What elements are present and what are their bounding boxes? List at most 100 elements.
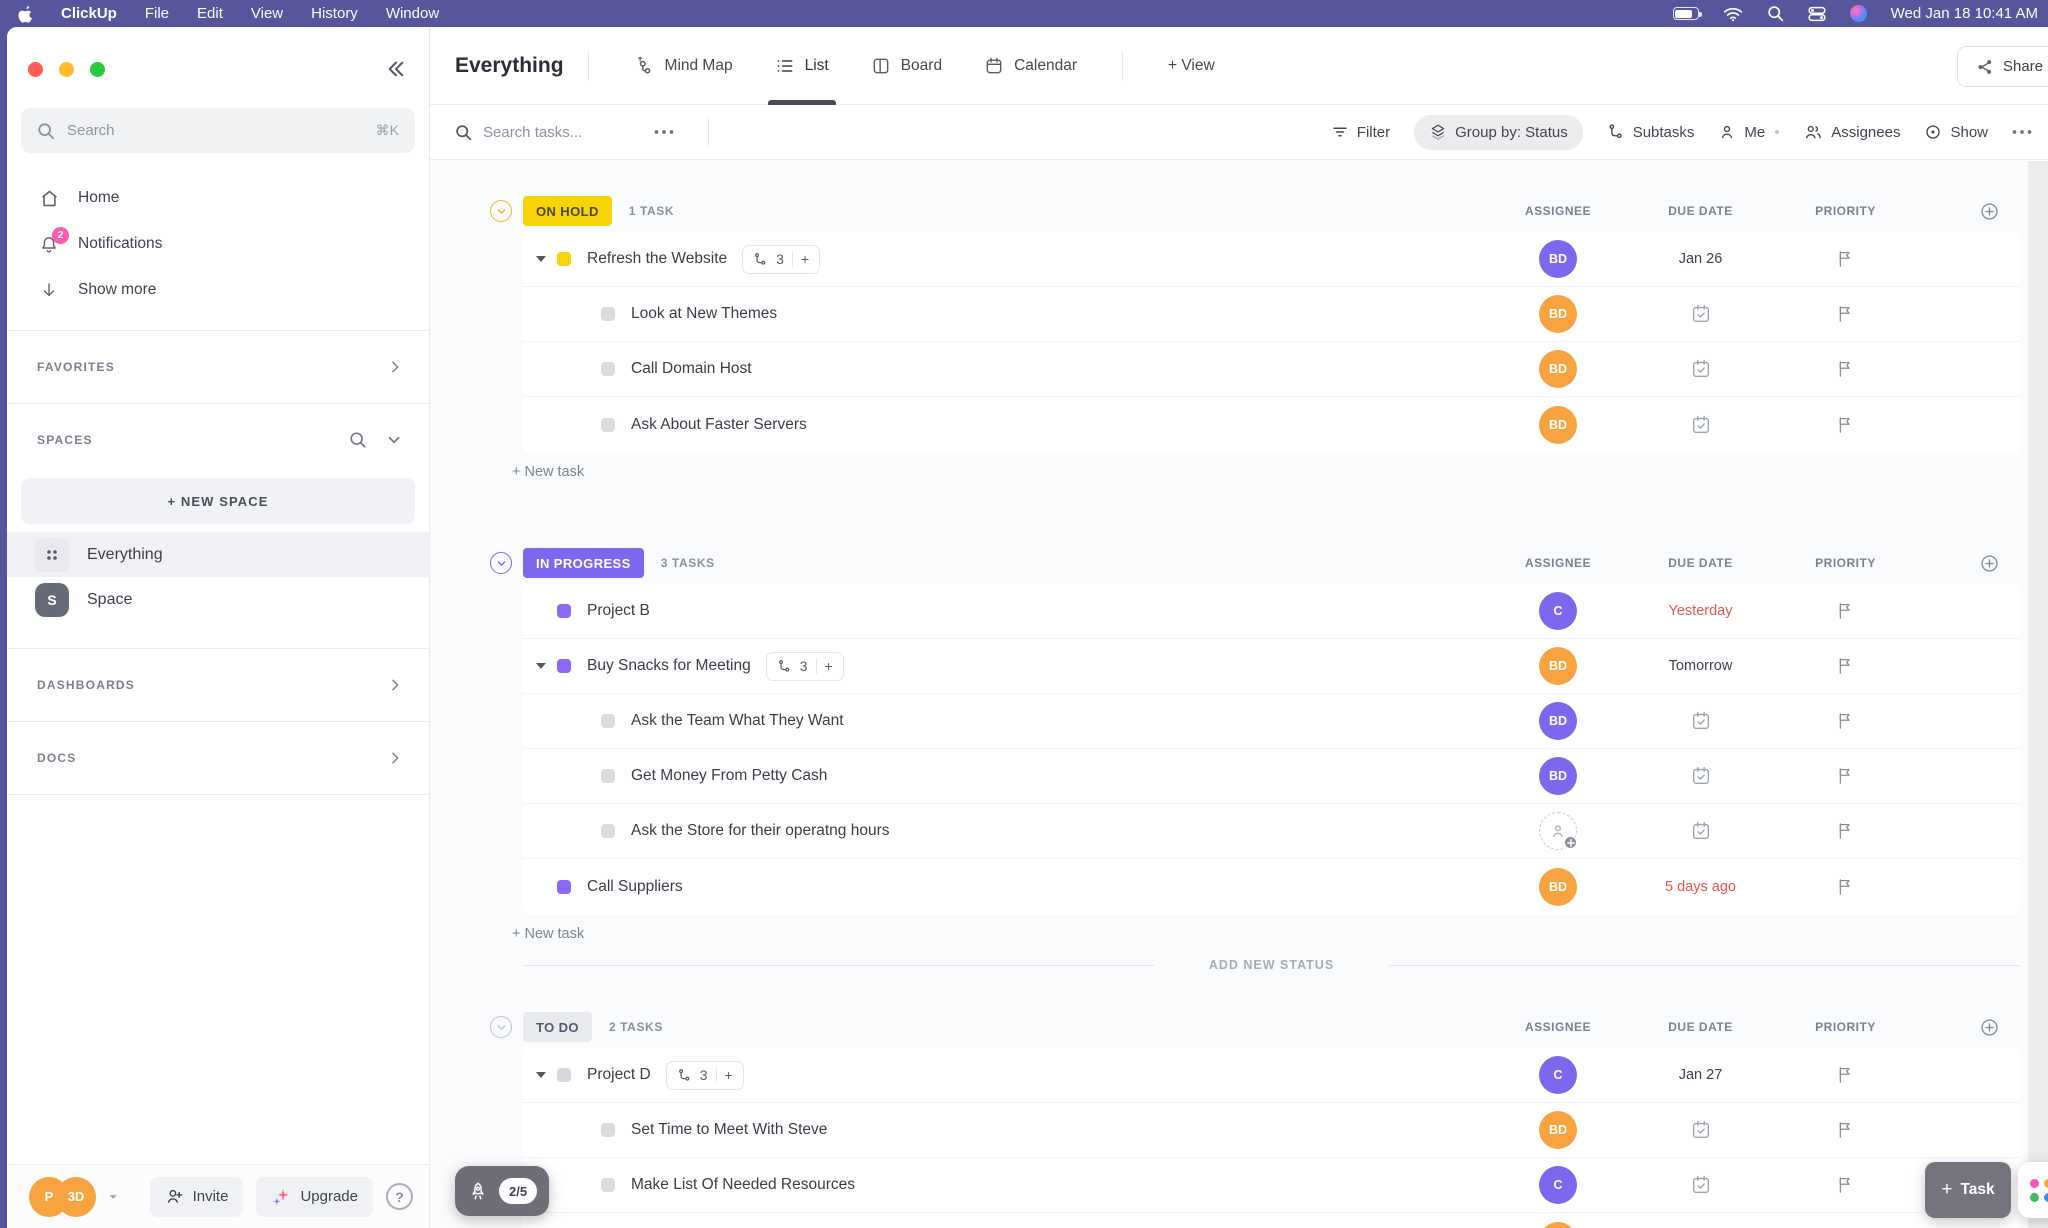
priority-flag-icon[interactable] <box>1836 1065 1855 1085</box>
menu-history[interactable]: History <box>311 5 358 22</box>
subtask-count-pill[interactable]: 3 + <box>765 651 844 681</box>
add-subtask-icon[interactable]: + <box>801 251 809 267</box>
assignee-avatar[interactable]: C <box>1539 1056 1577 1094</box>
subtasks-button[interactable]: Subtasks <box>1607 123 1694 141</box>
due-date[interactable]: Jan 26 <box>1679 251 1723 267</box>
priority-flag-icon[interactable] <box>1836 249 1855 269</box>
assignee-avatar[interactable]: BD <box>1539 702 1577 740</box>
sidebar-space-space[interactable]: S Space <box>7 577 429 622</box>
set-due-date-icon[interactable] <box>1690 358 1712 380</box>
priority-flag-icon[interactable] <box>1836 821 1855 841</box>
assign-user-button[interactable] <box>1539 812 1578 850</box>
set-due-date-icon[interactable] <box>1690 765 1712 787</box>
due-date[interactable]: Tomorrow <box>1669 658 1733 674</box>
collapse-group-icon[interactable] <box>490 200 512 222</box>
tab-list[interactable]: List <box>754 27 850 105</box>
assignee-avatar[interactable]: BD <box>1539 1221 1577 1228</box>
add-column-icon[interactable] <box>1918 553 2020 574</box>
add-task-button[interactable]: + Task <box>1925 1162 2011 1218</box>
task-status-icon[interactable] <box>557 659 571 673</box>
expand-arrow-icon[interactable] <box>536 256 546 262</box>
expand-arrow-icon[interactable] <box>536 663 546 669</box>
task-status-icon[interactable] <box>557 252 571 266</box>
priority-flag-icon[interactable] <box>1836 359 1855 379</box>
collapse-sidebar-icon[interactable] <box>385 59 407 79</box>
upgrade-button[interactable]: Upgrade <box>256 1176 373 1217</box>
assignee-avatar[interactable]: BD <box>1539 757 1577 795</box>
assignee-avatar[interactable]: BD <box>1539 350 1577 388</box>
task-status-icon[interactable] <box>601 307 615 321</box>
priority-flag-icon[interactable] <box>1836 656 1855 676</box>
collapse-group-icon[interactable] <box>490 552 512 574</box>
status-badge[interactable]: ON HOLD <box>523 196 612 226</box>
set-due-date-icon[interactable] <box>1690 1174 1712 1196</box>
priority-flag-icon[interactable] <box>1836 711 1855 731</box>
chevron-down-icon[interactable] <box>106 1190 120 1204</box>
menu-edit[interactable]: Edit <box>197 5 223 22</box>
set-due-date-icon[interactable] <box>1690 303 1712 325</box>
search-tasks-input[interactable]: Search tasks... <box>455 124 582 141</box>
task-name[interactable]: Get Money From Petty Cash <box>631 767 827 785</box>
collapse-group-icon[interactable] <box>490 1016 512 1038</box>
add-view-button[interactable]: + View <box>1147 27 1236 105</box>
spotlight-search-icon[interactable] <box>1767 5 1784 22</box>
task-status-icon[interactable] <box>557 1068 571 1082</box>
share-button[interactable]: Share <box>1956 46 2048 87</box>
invite-button[interactable]: Invite <box>149 1176 244 1217</box>
search-options-icon[interactable] <box>654 129 674 135</box>
subtask-count-pill[interactable]: 3 + <box>742 244 821 274</box>
task-status-icon[interactable] <box>557 879 571 894</box>
priority-flag-icon[interactable] <box>1836 415 1855 435</box>
assignee-avatar[interactable]: BD <box>1539 867 1577 906</box>
scrollbar[interactable] <box>2028 161 2048 1228</box>
set-due-date-icon[interactable] <box>1690 710 1712 732</box>
subtask-count-pill[interactable]: 3 + <box>665 1060 744 1090</box>
task-name[interactable]: Look at New Themes <box>631 305 777 323</box>
menu-window[interactable]: Window <box>386 5 439 22</box>
set-due-date-icon[interactable] <box>1690 1119 1712 1141</box>
task-status-icon[interactable] <box>601 824 615 838</box>
more-options-icon[interactable] <box>2012 129 2032 135</box>
add-subtask-icon[interactable]: + <box>725 1067 733 1083</box>
onboarding-progress-pill[interactable]: 2/5 <box>455 1166 550 1216</box>
assignee-avatar[interactable]: C <box>1539 1166 1577 1204</box>
tab-mind-map[interactable]: Mind Map <box>613 27 754 105</box>
sidebar-section-spaces[interactable]: SPACES <box>7 404 429 476</box>
priority-flag-icon[interactable] <box>1836 601 1855 621</box>
menu-file[interactable]: File <box>145 5 169 22</box>
group-by-button[interactable]: Group by: Status <box>1414 114 1583 150</box>
status-badge[interactable]: IN PROGRESS <box>523 548 644 578</box>
priority-flag-icon[interactable] <box>1836 877 1855 897</box>
minimize-window-button[interactable] <box>59 62 74 77</box>
task-name[interactable]: Project D <box>587 1066 651 1084</box>
task-name[interactable]: Refresh the Website <box>587 250 727 268</box>
task-status-icon[interactable] <box>601 362 615 376</box>
assignee-avatar[interactable]: BD <box>1539 240 1577 278</box>
priority-flag-icon[interactable] <box>1836 1120 1855 1140</box>
task-name[interactable]: Ask the Team What They Want <box>631 712 844 730</box>
priority-flag-icon[interactable] <box>1836 766 1855 786</box>
tab-board[interactable]: Board <box>850 27 963 105</box>
task-status-icon[interactable] <box>601 1178 615 1192</box>
tab-calendar[interactable]: Calendar <box>963 27 1098 105</box>
zoom-window-button[interactable] <box>90 62 105 77</box>
assignee-avatar[interactable]: BD <box>1539 647 1577 685</box>
set-due-date-icon[interactable] <box>1690 820 1712 842</box>
sidebar-search[interactable]: Search ⌘K <box>21 108 415 153</box>
me-filter-button[interactable]: Me <box>1718 123 1765 141</box>
assignee-avatar[interactable]: BD <box>1539 405 1577 444</box>
sidebar-item-notifications[interactable]: 2 Notifications <box>7 221 429 267</box>
new-task-button[interactable]: + New task <box>512 452 2020 492</box>
siri-icon[interactable] <box>1849 5 1867 22</box>
new-task-button[interactable]: + New task <box>512 914 2020 954</box>
sidebar-section-favorites[interactable]: FAVORITES <box>7 331 429 403</box>
clickup-app-launcher[interactable] <box>2018 1162 2048 1218</box>
due-date[interactable]: 5 days ago <box>1665 879 1736 895</box>
user-avatar[interactable]: 3D <box>56 1176 96 1217</box>
menu-bar-clock[interactable]: Wed Jan 18 10:41 AM <box>1891 5 2038 22</box>
menu-app-name[interactable]: ClickUp <box>61 5 117 22</box>
task-name[interactable]: Make List Of Needed Resources <box>631 1176 855 1194</box>
priority-flag-icon[interactable] <box>1836 304 1855 324</box>
sidebar-item-show-more[interactable]: Show more <box>7 267 429 313</box>
spaces-search-icon[interactable] <box>349 431 367 449</box>
